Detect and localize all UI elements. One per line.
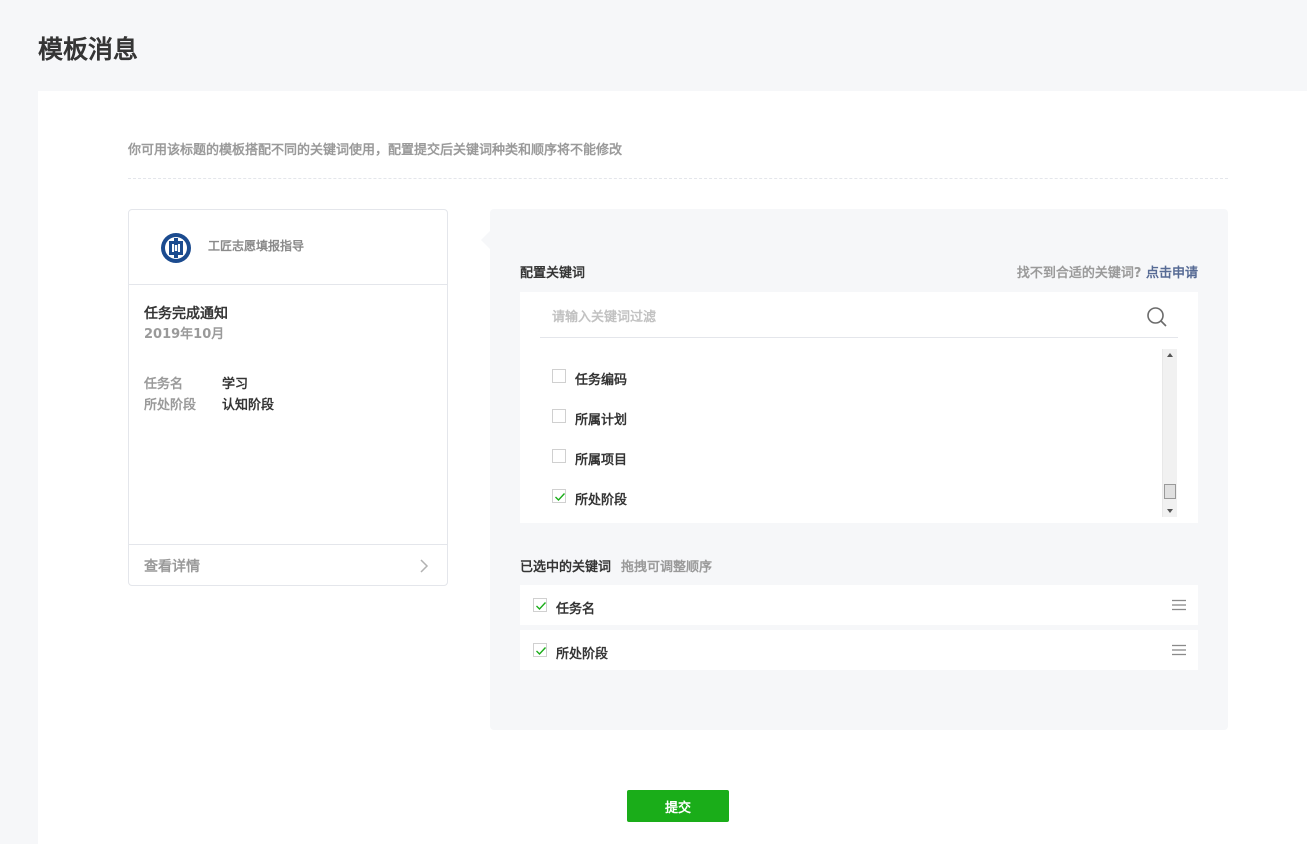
field-key: 所处阶段 (144, 398, 197, 413)
keyword-search-input[interactable] (550, 304, 1134, 330)
preview-header: 工匠志愿填报指导 (129, 210, 447, 285)
apply-keyword-link[interactable]: 点击申请 (1146, 266, 1198, 281)
checkbox[interactable] (552, 409, 566, 423)
account-name: 工匠志愿填报指导 (208, 239, 305, 253)
scroll-up-icon[interactable] (1163, 349, 1177, 361)
selected-keyword-label: 所处阶段 (556, 647, 609, 662)
tip-text: 你可用该标题的模板搭配不同的关键词使用，配置提交后关键词种类和顺序将不能修改 (128, 143, 623, 158)
scroll-thumb[interactable] (1164, 484, 1176, 499)
search-icon[interactable] (1146, 306, 1168, 328)
chevron-right-icon (420, 559, 429, 573)
drag-hint: 拖拽可调整顺序 (621, 560, 713, 575)
check-icon (536, 647, 547, 656)
drag-handle-icon[interactable] (1172, 599, 1186, 611)
check-icon (555, 493, 566, 502)
drag-handle-icon[interactable] (1172, 644, 1186, 656)
checkbox-checked[interactable] (552, 489, 566, 503)
submit-button[interactable]: 提交 (627, 790, 729, 822)
field-key: 任务名 (144, 377, 184, 392)
checkbox[interactable] (552, 449, 566, 463)
search-bar (540, 292, 1178, 338)
checkbox-checked[interactable] (533, 643, 547, 657)
message-title: 任务完成通知 (144, 306, 228, 322)
keyword-label: 所处阶段 (575, 493, 628, 508)
page-title: 模板消息 (38, 35, 139, 64)
field-value: 认知阶段 (222, 398, 275, 413)
keyword-label: 所属计划 (575, 413, 628, 428)
message-date: 2019年10月 (144, 327, 225, 342)
main-panel: 你可用该标题的模板搭配不同的关键词使用，配置提交后关键词种类和顺序将不能修改 工… (38, 91, 1307, 844)
view-details-label: 查看详情 (144, 559, 200, 575)
selected-keyword-item[interactable]: 任务名 (520, 585, 1198, 625)
pointer-arrow (481, 231, 490, 249)
account-logo-icon (161, 233, 191, 263)
keyword-config-area: 配置关键词 找不到合适的关键词? 点击申请 任务编码 所属计划 (481, 209, 1228, 730)
checkbox-checked[interactable] (533, 598, 547, 612)
preview-field-row: 任务名 学习 (144, 373, 248, 392)
keyword-label: 任务编码 (575, 373, 628, 388)
keyword-help: 找不到合适的关键词? 点击申请 (1017, 262, 1198, 281)
check-icon (536, 602, 547, 611)
message-preview-card: 工匠志愿填报指导 任务完成通知 2019年10月 任务名 学习 所处阶段 认知阶段 … (128, 209, 448, 586)
selected-keywords-header: 已选中的关键词 拖拽可调整顺序 (520, 556, 712, 575)
keyword-list-scrollbar[interactable] (1162, 349, 1177, 517)
field-value: 学习 (222, 377, 249, 392)
view-details-link[interactable]: 查看详情 (129, 544, 447, 585)
keyword-label: 所属项目 (575, 453, 628, 468)
keyword-picker: 任务编码 所属计划 所属项目 所处阶段 (520, 292, 1198, 523)
selected-keywords-label: 已选中的关键词 (520, 560, 612, 575)
divider (128, 178, 1228, 179)
scroll-down-icon[interactable] (1163, 505, 1177, 517)
help-text: 找不到合适的关键词? (1016, 266, 1142, 281)
preview-field-row: 所处阶段 认知阶段 (144, 394, 274, 413)
config-keywords-label: 配置关键词 (520, 266, 586, 281)
selected-keyword-label: 任务名 (556, 602, 596, 617)
selected-keyword-item[interactable]: 所处阶段 (520, 630, 1198, 670)
checkbox[interactable] (552, 369, 566, 383)
